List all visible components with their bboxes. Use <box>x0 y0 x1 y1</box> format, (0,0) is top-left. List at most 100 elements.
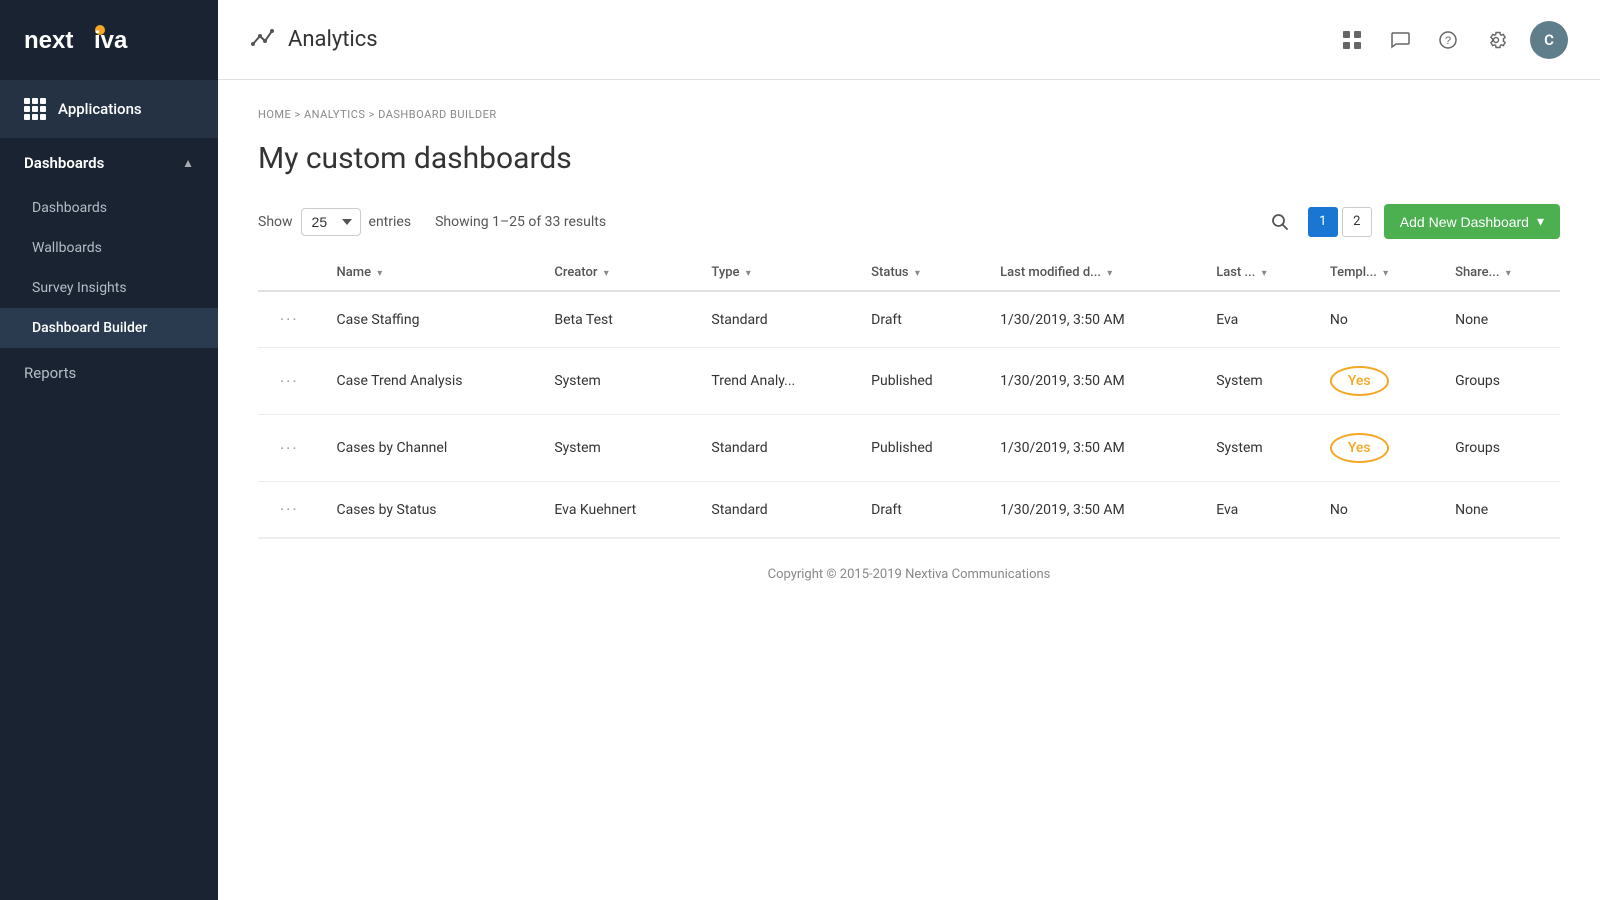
page-btn-2[interactable]: 2 <box>1342 207 1372 237</box>
cell-template: Yes <box>1314 348 1439 415</box>
help-icon[interactable]: ? <box>1434 26 1462 54</box>
cell-type: Standard <box>695 482 855 538</box>
dashboards-table: Name ▾ Creator ▾ Type ▾ Status ▾ Last mo… <box>258 255 1560 538</box>
main-content: Analytics ? <box>218 0 1600 900</box>
sidebar-item-dashboard-builder[interactable]: Dashboard Builder <box>0 308 218 348</box>
search-button[interactable] <box>1264 206 1296 238</box>
cell-name: Case Staffing <box>321 291 539 348</box>
breadcrumb-dashboard-builder[interactable]: DASHBOARD BUILDER <box>378 108 497 121</box>
cell-type: Standard <box>695 415 855 482</box>
topbar-left: Analytics <box>250 24 378 56</box>
yes-template-badge: Yes <box>1330 366 1389 396</box>
cell-creator: System <box>538 348 695 415</box>
col-header-shared[interactable]: Share... ▾ <box>1439 255 1560 291</box>
table-controls: Show 25 10 50 100 entries Showing 1–25 o… <box>258 204 1560 239</box>
sidebar-item-wallboards[interactable]: Wallboards <box>0 228 218 268</box>
sidebar-item-survey-insights[interactable]: Survey Insights <box>0 268 218 308</box>
dashboards-section: Dashboards ▲ Dashboards Wallboards Surve… <box>0 138 218 348</box>
table-row: ··· Case Trend Analysis System Trend Ana… <box>258 348 1560 415</box>
cell-shared: None <box>1439 291 1560 348</box>
cell-status: Draft <box>855 482 984 538</box>
sidebar-item-reports[interactable]: Reports <box>0 348 218 398</box>
user-avatar[interactable]: C <box>1530 21 1568 59</box>
col-header-last-modified[interactable]: Last modified d... ▾ <box>984 255 1200 291</box>
entries-select[interactable]: 25 10 50 100 <box>301 208 361 236</box>
cell-status: Published <box>855 348 984 415</box>
col-header-template[interactable]: Templ... ▾ <box>1314 255 1439 291</box>
cell-name: Cases by Channel <box>321 415 539 482</box>
page-btn-1[interactable]: 1 <box>1308 207 1338 237</box>
footer-text: Copyright © 2015-2019 Nextiva Communicat… <box>768 567 1051 582</box>
cell-status: Draft <box>855 291 984 348</box>
cell-last-modified: 1/30/2019, 3:50 AM <box>984 348 1200 415</box>
svg-text:iva: iva <box>94 27 128 54</box>
cell-actions: ··· <box>258 291 321 348</box>
cell-last-modified: 1/30/2019, 3:50 AM <box>984 415 1200 482</box>
row-menu-button[interactable]: ··· <box>274 435 305 462</box>
table-container: Name ▾ Creator ▾ Type ▾ Status ▾ Last mo… <box>258 255 1560 538</box>
cell-creator: System <box>538 415 695 482</box>
row-menu-button[interactable]: ··· <box>274 368 305 395</box>
table-row: ··· Case Staffing Beta Test Standard Dra… <box>258 291 1560 348</box>
brand-logo: next iva <box>0 0 218 80</box>
breadcrumb: HOME > ANALYTICS > DASHBOARD BUILDER <box>258 108 1560 121</box>
breadcrumb-home[interactable]: HOME <box>258 108 291 121</box>
col-header-type[interactable]: Type ▾ <box>695 255 855 291</box>
content-area: HOME > ANALYTICS > DASHBOARD BUILDER My … <box>218 80 1600 900</box>
cell-last-by: Eva <box>1200 291 1314 348</box>
grid-icon[interactable] <box>1338 26 1366 54</box>
svg-text:?: ? <box>1445 35 1451 47</box>
footer: Copyright © 2015-2019 Nextiva Communicat… <box>258 538 1560 610</box>
apps-grid-icon <box>24 98 46 120</box>
row-menu-button[interactable]: ··· <box>274 306 305 333</box>
breadcrumb-sep2: > <box>369 108 378 121</box>
sidebar: next iva Applications Dashboards ▲ Dashb… <box>0 0 218 900</box>
settings-icon[interactable] <box>1482 26 1510 54</box>
cell-shared: Groups <box>1439 415 1560 482</box>
add-dashboard-chevron: ▾ <box>1537 213 1544 230</box>
dashboards-section-header[interactable]: Dashboards ▲ <box>0 138 218 188</box>
table-row: ··· Cases by Status Eva Kuehnert Standar… <box>258 482 1560 538</box>
entries-label: entries <box>369 214 412 230</box>
cell-template: No <box>1314 482 1439 538</box>
topbar: Analytics ? <box>218 0 1600 80</box>
row-menu-button[interactable]: ··· <box>274 496 305 523</box>
col-header-last-by[interactable]: Last ... ▾ <box>1200 255 1314 291</box>
cell-last-by: System <box>1200 415 1314 482</box>
add-dashboard-button[interactable]: Add New Dashboard ▾ <box>1384 204 1560 239</box>
nextiva-logo-svg: next iva <box>24 22 134 58</box>
chevron-up-icon: ▲ <box>182 156 194 170</box>
table-controls-right: 1 2 Add New Dashboard ▾ <box>1264 204 1560 239</box>
cell-template: Yes <box>1314 415 1439 482</box>
pagination: 1 2 <box>1308 207 1372 237</box>
analytics-icon <box>250 24 276 56</box>
cell-last-modified: 1/30/2019, 3:50 AM <box>984 482 1200 538</box>
cell-type: Standard <box>695 291 855 348</box>
cell-actions: ··· <box>258 415 321 482</box>
cell-status: Published <box>855 415 984 482</box>
col-header-name[interactable]: Name ▾ <box>321 255 539 291</box>
dashboards-section-title: Dashboards <box>24 154 104 172</box>
show-label: Show <box>258 214 293 230</box>
cell-shared: Groups <box>1439 348 1560 415</box>
cell-creator: Eva Kuehnert <box>538 482 695 538</box>
applications-nav[interactable]: Applications <box>0 80 218 138</box>
breadcrumb-analytics[interactable]: ANALYTICS <box>304 108 365 121</box>
col-header-creator[interactable]: Creator ▾ <box>538 255 695 291</box>
cell-actions: ··· <box>258 482 321 538</box>
cell-name: Cases by Status <box>321 482 539 538</box>
cell-type: Trend Analy... <box>695 348 855 415</box>
cell-name: Case Trend Analysis <box>321 348 539 415</box>
chat-icon[interactable] <box>1386 26 1414 54</box>
svg-text:next: next <box>24 27 73 54</box>
applications-label: Applications <box>58 100 142 118</box>
cell-creator: Beta Test <box>538 291 695 348</box>
breadcrumb-sep1: > <box>295 108 304 121</box>
cell-template: No <box>1314 291 1439 348</box>
topbar-right: ? C <box>1338 21 1568 59</box>
cell-shared: None <box>1439 482 1560 538</box>
table-row: ··· Cases by Channel System Standard Pub… <box>258 415 1560 482</box>
results-text: Showing 1–25 of 33 results <box>435 214 606 230</box>
sidebar-item-dashboards[interactable]: Dashboards <box>0 188 218 228</box>
col-header-status[interactable]: Status ▾ <box>855 255 984 291</box>
